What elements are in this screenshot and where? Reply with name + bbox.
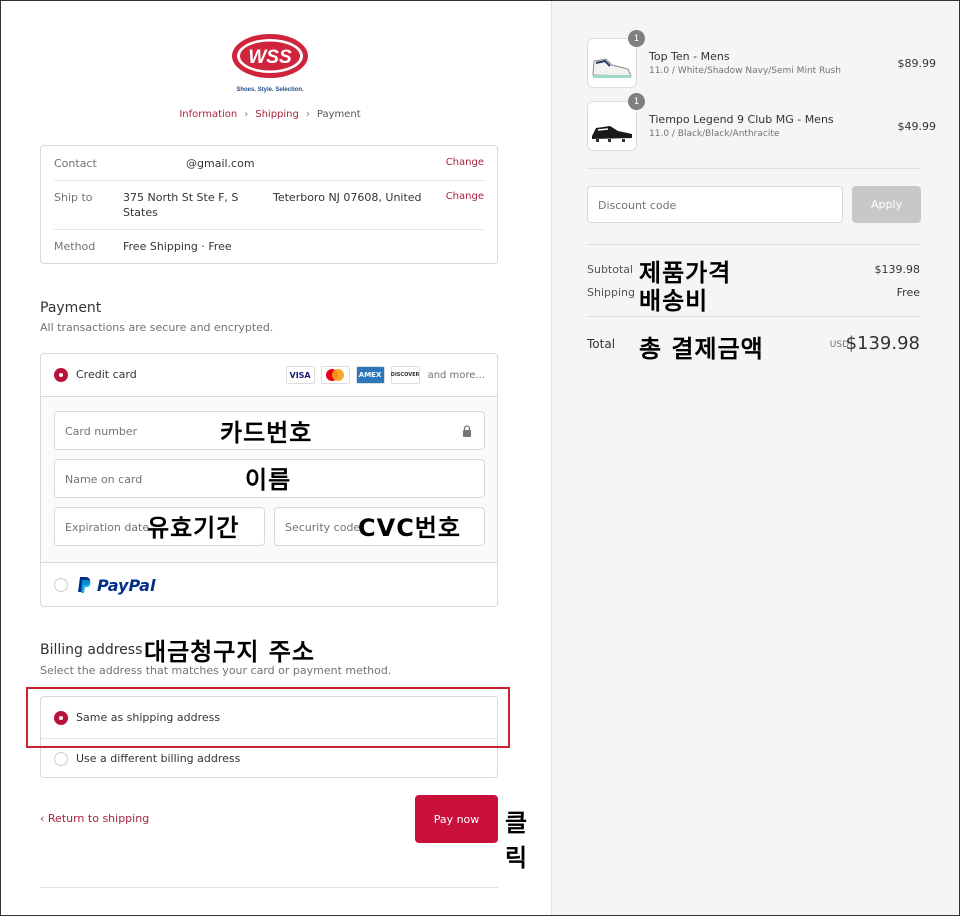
cart-item: 1 Top Ten - Mens 11.0 / White/Shadow Nav… [587,30,936,90]
method-value: Free Shipping · Free [123,240,232,253]
method-label: Method [54,240,96,253]
card-brands: VISA AMEX DISCOVER and more... [285,366,485,384]
sneaker-icon [592,58,632,78]
subtotal-label: Subtotal [587,263,634,276]
change-contact-link[interactable]: Change [446,157,484,168]
amex-icon: AMEX [355,366,385,384]
ship-to-line2: Teterboro NJ 07608, United [273,191,422,204]
payment-subtitle: All transactions are secure and encrypte… [40,321,274,334]
logo-tagline: Shoes. Style. Selection. [236,87,304,93]
logo-text: WSS [248,47,292,68]
chevron-left-icon: ‹ [40,812,48,825]
annotation-total: 총 결제금액 [639,335,764,363]
discover-icon: DISCOVER [390,366,420,384]
billing-title: Billing address [40,642,143,658]
breadcrumb-payment: Payment [316,109,361,120]
payment-title: Payment [40,300,102,316]
lock-icon [463,425,471,437]
total-label: Total [587,337,616,351]
product-name: Tiempo Legend 9 Club MG - Mens [649,113,834,126]
highlight-box [26,687,510,748]
divider [40,887,498,888]
annotation-card-number: 카드번호 [220,419,313,447]
product-variant: 11.0 / White/Shadow Navy/Semi Mint Rush [649,66,841,76]
divider [54,180,484,181]
ship-to-line1: 375 North St Ste F, S [123,191,239,204]
chevron-right-icon: › [305,109,310,120]
product-price: $89.99 [897,57,937,70]
breadcrumb-information[interactable]: Information [179,109,237,120]
contact-value: @gmail.com [186,157,255,170]
mastercard-icon [320,366,350,384]
shipping-value: Free [896,286,920,299]
breadcrumb: Information › Shipping › Payment [0,109,540,120]
paypal-icon [78,577,91,593]
visa-icon: VISA [285,366,315,384]
apply-button[interactable]: Apply [852,186,921,223]
annotation-name: 이름 [245,466,292,494]
contact-label: Contact [54,157,97,170]
divider [587,168,921,169]
cart-item: 1 Tiempo Legend 9 Club MG - Mens 11.0 / … [587,93,936,153]
divider [54,229,484,230]
product-thumbnail [587,101,637,151]
product-name: Top Ten - Mens [649,50,730,63]
card-number-placeholder: Card number [65,425,138,438]
shipping-label: Shipping [587,286,635,299]
credit-card-radio[interactable] [54,368,68,382]
total-value: $139.98 [845,333,920,354]
product-variant: 11.0 / Black/Black/Anthracite [649,129,780,139]
divider [587,316,921,317]
breadcrumb-shipping[interactable]: Shipping [255,109,299,120]
credit-card-label: Credit card [76,368,137,381]
subtotal-value: $139.98 [874,263,921,276]
quantity-badge: 1 [628,30,645,47]
quantity-badge: 1 [628,93,645,110]
discount-code-input[interactable]: Discount code [587,186,843,223]
expiration-placeholder: Expiration date [65,521,150,534]
annotation-cvc: CVC번호 [358,514,461,542]
security-code-placeholder: Security code [285,521,361,534]
order-summary: 1 Top Ten - Mens 11.0 / White/Shadow Nav… [551,0,960,916]
chevron-right-icon: › [244,109,249,120]
annotation-shipping: 배송비 [639,287,709,315]
name-placeholder: Name on card [65,473,143,486]
more-cards-text: and more... [427,369,485,381]
divider [587,244,921,245]
annotation-click: 클릭 [505,809,529,872]
pay-now-button[interactable]: Pay now [415,795,498,843]
wss-logo: WSS Shoes. Style. Selection. [232,34,308,93]
checkout-main: WSS Shoes. Style. Selection. Information… [0,0,551,916]
return-to-shipping-link[interactable]: ‹ Return to shipping [40,812,149,825]
credit-card-option[interactable]: Credit card VISA AMEX DISCOVER and more.… [41,354,497,396]
annotation-expiry: 유효기간 [147,514,240,542]
different-address-label: Use a different billing address [76,752,241,765]
ship-to-label: Ship to [54,191,93,204]
discount-placeholder: Discount code [598,199,677,212]
annotation-billing: 대금청구지 주소 [144,638,315,666]
different-address-radio[interactable] [54,752,68,766]
ship-to-line1b: States [123,206,158,219]
paypal-option[interactable]: PayPal [41,563,497,606]
paypal-logo: PayPal [97,576,156,595]
paypal-radio[interactable] [54,578,68,592]
product-price: $49.99 [897,120,937,133]
review-box: Contact @gmail.com Change Ship to 375 No… [40,145,498,264]
cleat-icon [592,126,632,142]
change-ship-link[interactable]: Change [446,191,484,202]
product-thumbnail [587,38,637,88]
